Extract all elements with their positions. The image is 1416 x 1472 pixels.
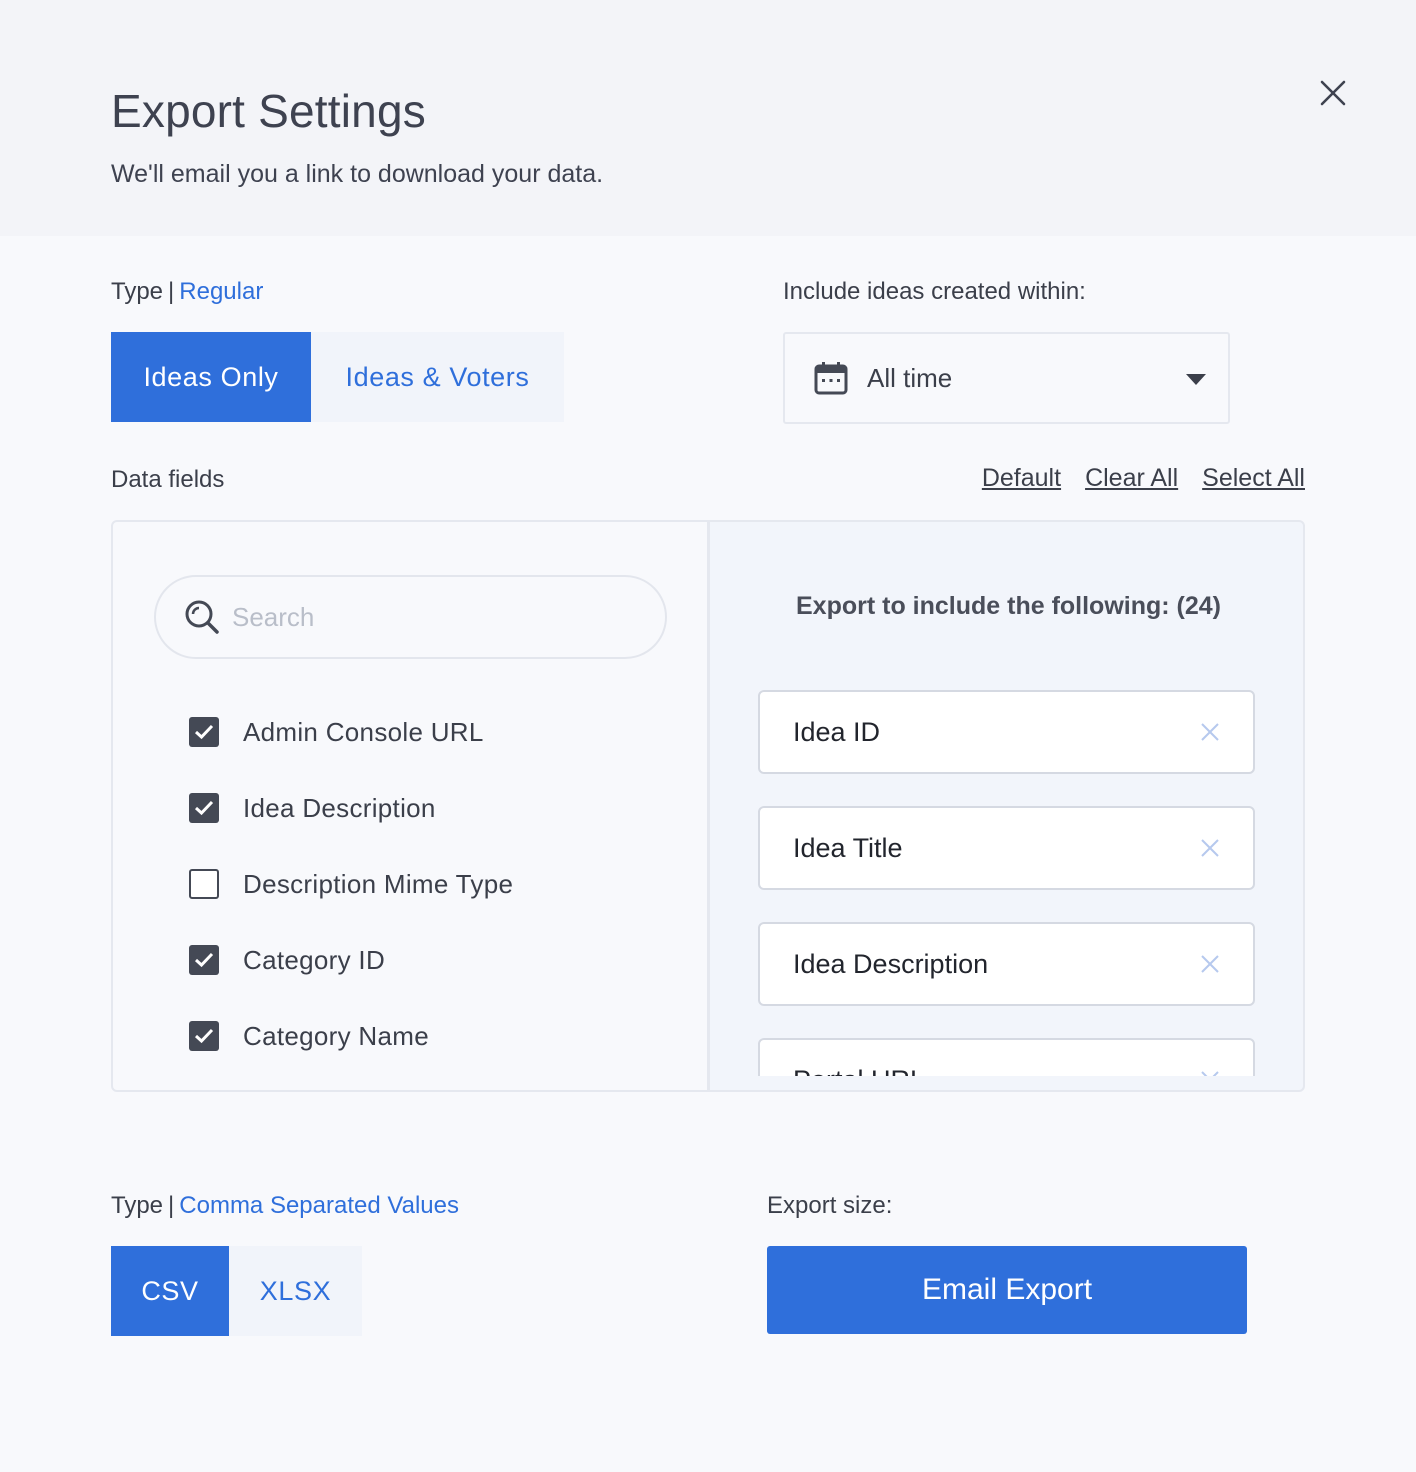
modal-header: Export Settings We'll email you a link t… bbox=[0, 0, 1416, 236]
field-search bbox=[154, 575, 667, 659]
close-button[interactable] bbox=[1312, 72, 1354, 114]
export-type-label: Type | Regular bbox=[111, 278, 264, 305]
field-item-category-id[interactable]: Category ID bbox=[189, 922, 513, 998]
ideas-only-option[interactable]: Ideas Only bbox=[111, 332, 311, 422]
included-field-chip: Idea ID bbox=[758, 690, 1255, 774]
field-item-admin-console-url[interactable]: Admin Console URL bbox=[189, 694, 513, 770]
remove-icon[interactable] bbox=[1199, 953, 1221, 975]
file-type-value: Comma Separated Values bbox=[179, 1192, 459, 1219]
field-item-description-mime-type[interactable]: Description Mime Type bbox=[189, 846, 513, 922]
page-title: Export Settings bbox=[111, 85, 426, 137]
included-count-heading: Export to include the following: (24) bbox=[796, 592, 1221, 620]
remove-icon[interactable] bbox=[1199, 837, 1221, 859]
checkbox-unchecked[interactable] bbox=[189, 869, 219, 899]
date-range-dropdown[interactable]: All time bbox=[783, 332, 1230, 424]
caret-down-icon bbox=[1186, 374, 1206, 385]
file-type-toggle: CSV XLSX bbox=[111, 1246, 362, 1336]
field-list: Admin Console URL Idea Description Descr… bbox=[189, 694, 513, 1074]
email-export-button[interactable]: Email Export bbox=[767, 1246, 1247, 1334]
check-icon bbox=[194, 800, 214, 816]
calendar-icon bbox=[814, 362, 848, 395]
checkbox-checked[interactable] bbox=[189, 1021, 219, 1051]
included-field-chip: Idea Title bbox=[758, 806, 1255, 890]
remove-icon[interactable] bbox=[1199, 721, 1221, 743]
default-link[interactable]: Default bbox=[982, 464, 1061, 493]
included-field-chip: Idea Description bbox=[758, 922, 1255, 1006]
included-field-chip: Portal URL bbox=[758, 1038, 1255, 1076]
clear-all-link[interactable]: Clear All bbox=[1085, 464, 1178, 493]
export-type-value: Regular bbox=[179, 278, 264, 305]
page-subtitle: We'll email you a link to download your … bbox=[111, 160, 604, 188]
checkbox-checked[interactable] bbox=[189, 717, 219, 747]
included-fields-panel: Export to include the following: (24) Id… bbox=[708, 520, 1305, 1092]
field-item-category-name[interactable]: Category Name bbox=[189, 998, 513, 1074]
xlsx-option[interactable]: XLSX bbox=[229, 1246, 362, 1336]
field-actions: Default Clear All Select All bbox=[982, 464, 1305, 493]
remove-icon[interactable] bbox=[1199, 1069, 1221, 1076]
search-icon bbox=[185, 600, 219, 634]
field-item-idea-description[interactable]: Idea Description bbox=[189, 770, 513, 846]
data-fields-label: Data fields bbox=[111, 466, 225, 493]
ideas-voters-option[interactable]: Ideas & Voters bbox=[311, 332, 564, 422]
check-icon bbox=[194, 724, 214, 740]
date-filter-label: Include ideas created within: bbox=[783, 278, 1086, 305]
date-range-value: All time bbox=[867, 362, 953, 393]
close-icon bbox=[1320, 80, 1346, 106]
export-size-label: Export size: bbox=[767, 1192, 893, 1219]
checkbox-checked[interactable] bbox=[189, 793, 219, 823]
included-fields-list[interactable]: Idea ID Idea Title Idea Description Port… bbox=[758, 690, 1258, 1076]
select-all-link[interactable]: Select All bbox=[1202, 464, 1305, 493]
search-input[interactable] bbox=[232, 601, 612, 633]
csv-option[interactable]: CSV bbox=[111, 1246, 229, 1336]
check-icon bbox=[194, 952, 214, 968]
export-type-toggle: Ideas Only Ideas & Voters bbox=[111, 332, 564, 422]
file-type-label: Type | Comma Separated Values bbox=[111, 1192, 459, 1219]
check-icon bbox=[194, 1028, 214, 1044]
checkbox-checked[interactable] bbox=[189, 945, 219, 975]
available-fields-panel: Admin Console URL Idea Description Descr… bbox=[111, 520, 709, 1092]
